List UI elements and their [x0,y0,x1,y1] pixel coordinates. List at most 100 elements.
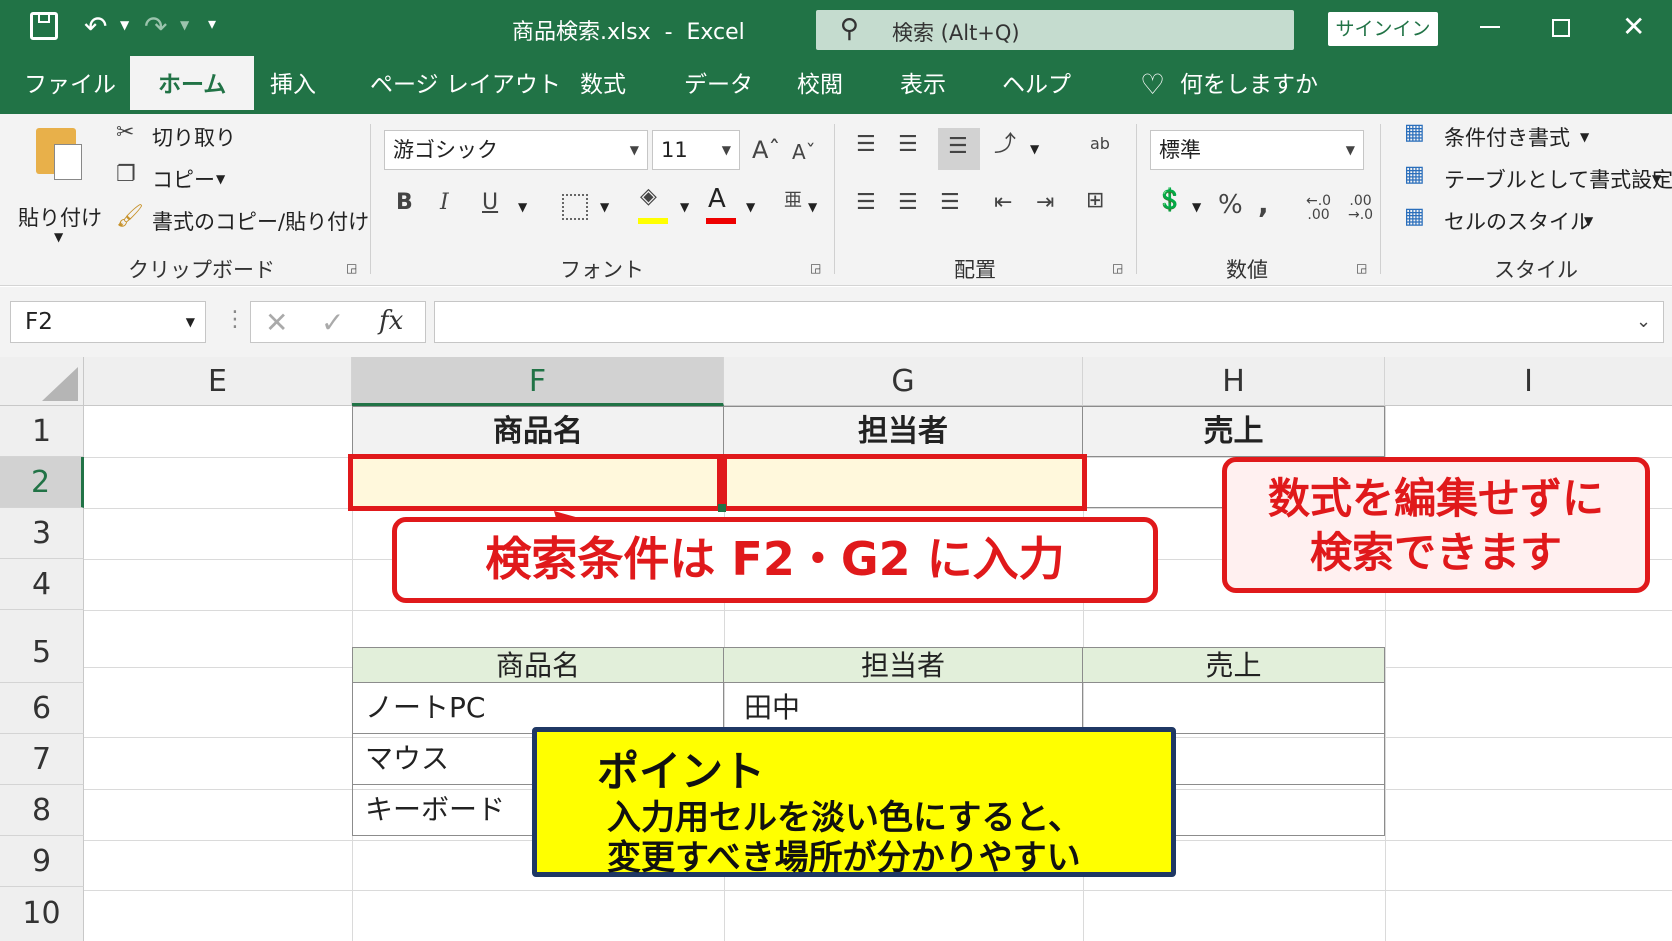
redo-dropdown-icon[interactable]: ▼ [180,18,189,32]
borders-icon[interactable] [562,194,588,220]
column-header-h[interactable]: H [1083,357,1385,406]
minimize-icon[interactable] [1480,26,1500,28]
undo-dropdown-icon[interactable]: ▼ [120,18,129,32]
column-header-g[interactable]: G [724,357,1083,406]
font-launcher-icon[interactable]: ◲ [810,262,821,274]
cut-icon[interactable]: ✂ [116,122,134,144]
fill-color-icon[interactable]: ◈ [640,186,657,208]
number-format-select[interactable]: 標準 ▼ [1150,130,1364,170]
format-painter-icon[interactable]: 🖌 [116,206,144,228]
close-icon[interactable]: ✕ [1622,10,1645,43]
expand-formula-icon[interactable]: ⌄ [1636,311,1651,332]
name-box[interactable]: F2 ▼ [10,301,206,343]
align-right-icon[interactable]: ☰ [940,192,960,214]
align-center-icon[interactable]: ☰ [898,192,918,214]
copy-button[interactable]: コピー [152,164,215,194]
font-group-label: フォント [560,258,644,282]
column-header-i[interactable]: I [1385,357,1672,406]
conditional-format-button[interactable]: 条件付き書式 [1444,122,1570,152]
customize-qat-icon[interactable]: ▾ [208,14,216,33]
align-left-icon[interactable]: ☰ [856,192,876,214]
conditional-format-icon[interactable]: ▦ [1404,122,1425,144]
tab-home[interactable]: ホーム [130,56,255,114]
row-header-2[interactable]: 2 [0,457,84,508]
select-all-corner[interactable] [0,357,84,406]
splitter-icon[interactable]: ⋮ [224,307,246,332]
row-header-5[interactable]: 5 [0,610,84,683]
align-top-icon[interactable]: ☰ [856,134,876,156]
row-header-9[interactable]: 9 [0,836,84,887]
tab-view[interactable]: 表示 [900,56,946,114]
formula-input[interactable] [434,301,1664,343]
merge-center-icon[interactable]: ⊞ [1086,190,1104,212]
increase-indent-icon[interactable]: ⇥ [1036,192,1054,214]
font-color-icon[interactable]: A [708,186,726,212]
tab-help[interactable]: ヘルプ [1002,56,1071,114]
increase-font-icon[interactable]: Aˆ [752,138,780,162]
table-header-cell[interactable]: 担当者 [724,647,1083,683]
table-header-cell[interactable]: 売上 [1083,647,1385,683]
phonetic-icon[interactable]: 亜 [784,192,802,210]
signin-button[interactable]: サインイン [1328,12,1438,46]
bold-icon[interactable]: B [396,192,413,214]
window-title: 商品検索.xlsx - Excel [512,20,745,45]
row-header-7[interactable]: 7 [0,734,84,785]
align-middle-icon[interactable]: ☰ [898,134,918,156]
alignment-launcher-icon[interactable]: ◲ [1112,262,1123,274]
align-bottom-button[interactable]: ☰ [938,128,980,170]
search-box[interactable]: ⚲ 検索 (Alt+Q) [816,10,1294,50]
criteria-header-cell[interactable]: 商品名 [352,406,724,457]
tell-me-box[interactable]: 何をしますか [1180,56,1318,114]
copy-icon[interactable]: ❐ [116,164,136,186]
orientation-icon[interactable]: ⤴ [994,134,1016,156]
tab-data[interactable]: データ [684,56,753,114]
maximize-icon[interactable] [1552,19,1570,37]
cancel-entry-icon[interactable]: ✕ [265,306,288,339]
format-painter-button[interactable]: 書式のコピー/貼り付け [152,206,369,236]
underline-icon[interactable]: U [482,192,498,214]
comma-style-icon[interactable]: , [1258,190,1269,218]
save-icon[interactable] [30,12,58,40]
row-header-3[interactable]: 3 [0,508,84,559]
criteria-header-cell[interactable]: 売上 [1083,406,1385,457]
font-name-select[interactable]: 游ゴシック ▼ [384,130,648,170]
ribbon: 貼り付け ▼ ✂ 切り取り ❐ コピー ▼ 🖌 書式のコピー/貼り付け クリップ… [0,114,1672,286]
tab-formulas[interactable]: 数式 [580,56,626,114]
percent-icon[interactable]: % [1218,192,1243,218]
clipboard-launcher-icon[interactable]: ◲ [346,262,357,274]
cut-button[interactable]: 切り取り [152,122,236,152]
search-placeholder: 検索 (Alt+Q) [892,21,1020,45]
tab-review[interactable]: 校閲 [797,56,843,114]
column-header-f[interactable]: F [352,357,724,406]
cell-styles-button[interactable]: セルのスタイル [1444,206,1591,236]
italic-icon[interactable]: I [440,192,449,214]
tab-page-layout[interactable]: ページ レイアウト [370,56,561,114]
decrease-font-icon[interactable]: Aˇ [792,142,816,162]
column-header-e[interactable]: E [84,357,352,406]
redo-icon[interactable]: ↷ [144,10,167,43]
insert-function-icon[interactable]: fx [379,306,403,336]
format-as-table-icon[interactable]: ▦ [1404,164,1425,186]
number-launcher-icon[interactable]: ◲ [1356,262,1367,274]
confirm-entry-icon[interactable]: ✓ [321,306,344,339]
row-header-1[interactable]: 1 [0,406,84,457]
title-bar: ↶ ▼ ↷ ▼ ▾ 商品検索.xlsx - Excel ⚲ 検索 (Alt+Q)… [0,0,1672,56]
row-header-8[interactable]: 8 [0,785,84,836]
table-header-cell[interactable]: 商品名 [352,647,724,683]
format-as-table-button[interactable]: テーブルとして書式設定 [1444,164,1672,194]
criteria-header-cell[interactable]: 担当者 [724,406,1083,457]
decrease-decimal-icon[interactable]: .00 →.0 [1348,194,1373,222]
decrease-indent-icon[interactable]: ⇤ [994,192,1012,214]
tab-insert[interactable]: 挿入 [270,56,316,114]
font-size-select[interactable]: 11 ▼ [652,130,740,170]
cell-styles-icon[interactable]: ▦ [1404,206,1425,228]
undo-icon[interactable]: ↶ [84,10,107,43]
wrap-text-icon[interactable]: ab [1090,136,1110,152]
row-header-10[interactable]: 10 [0,887,84,941]
accounting-format-icon[interactable]: 💲 [1156,190,1183,212]
row-header-6[interactable]: 6 [0,683,84,734]
row-header-4[interactable]: 4 [0,559,84,610]
tab-file[interactable]: ファイル [24,56,116,114]
paste-button[interactable]: 貼り付け ▼ [14,124,104,244]
increase-decimal-icon[interactable]: ←.0.00 [1306,194,1331,222]
